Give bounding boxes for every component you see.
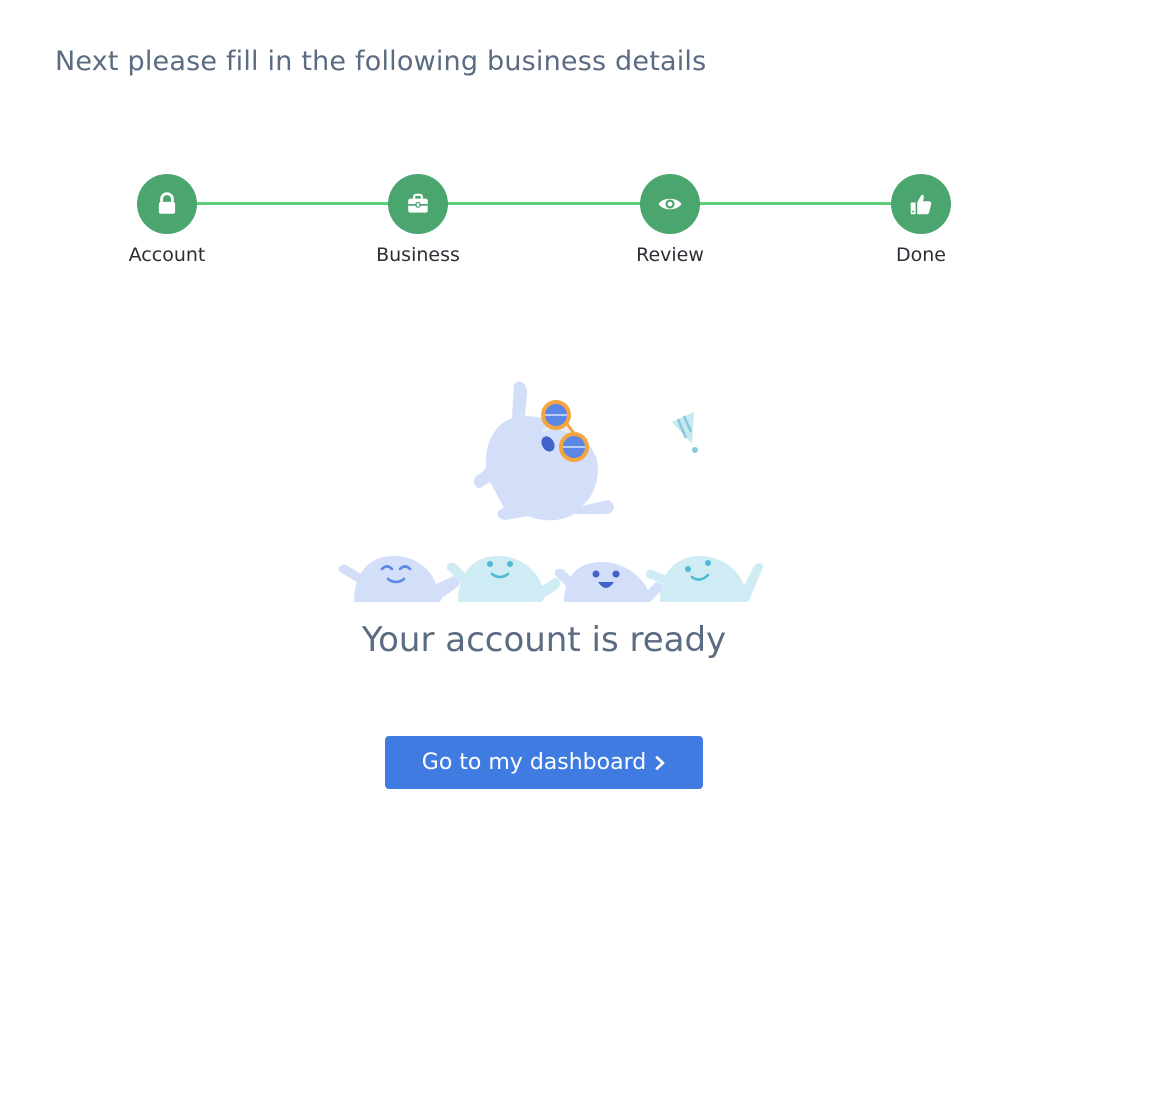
account-ready-title: Your account is ready xyxy=(361,620,727,660)
lock-icon xyxy=(158,192,176,214)
step-label: Done xyxy=(896,244,946,266)
step-label: Business xyxy=(376,244,460,266)
step-business[interactable]: Business xyxy=(338,174,498,266)
step-label: Account xyxy=(128,244,206,266)
step-account-circle xyxy=(137,174,197,234)
step-business-circle xyxy=(388,174,448,234)
party-hat-icon xyxy=(672,412,698,453)
briefcase-icon xyxy=(408,193,428,213)
go-to-dashboard-button[interactable]: Go to my dashboard xyxy=(385,736,703,789)
celebration-illustration xyxy=(338,381,764,602)
jumping-character xyxy=(474,381,614,521)
step-label: Review xyxy=(636,244,704,266)
eye-icon xyxy=(658,198,682,210)
progress-stepper: Account Business Review Done xyxy=(0,0,1157,300)
step-review-circle xyxy=(640,174,700,234)
step-review[interactable]: Review xyxy=(590,174,750,266)
step-done-circle xyxy=(891,174,951,234)
step-done[interactable]: Done xyxy=(841,174,1001,266)
character-row xyxy=(338,556,764,602)
step-account[interactable]: Account xyxy=(87,174,247,266)
go-to-dashboard-label: Go to my dashboard xyxy=(421,750,647,775)
thumbs-up-icon xyxy=(910,194,932,215)
chevron-right-icon xyxy=(655,755,665,770)
